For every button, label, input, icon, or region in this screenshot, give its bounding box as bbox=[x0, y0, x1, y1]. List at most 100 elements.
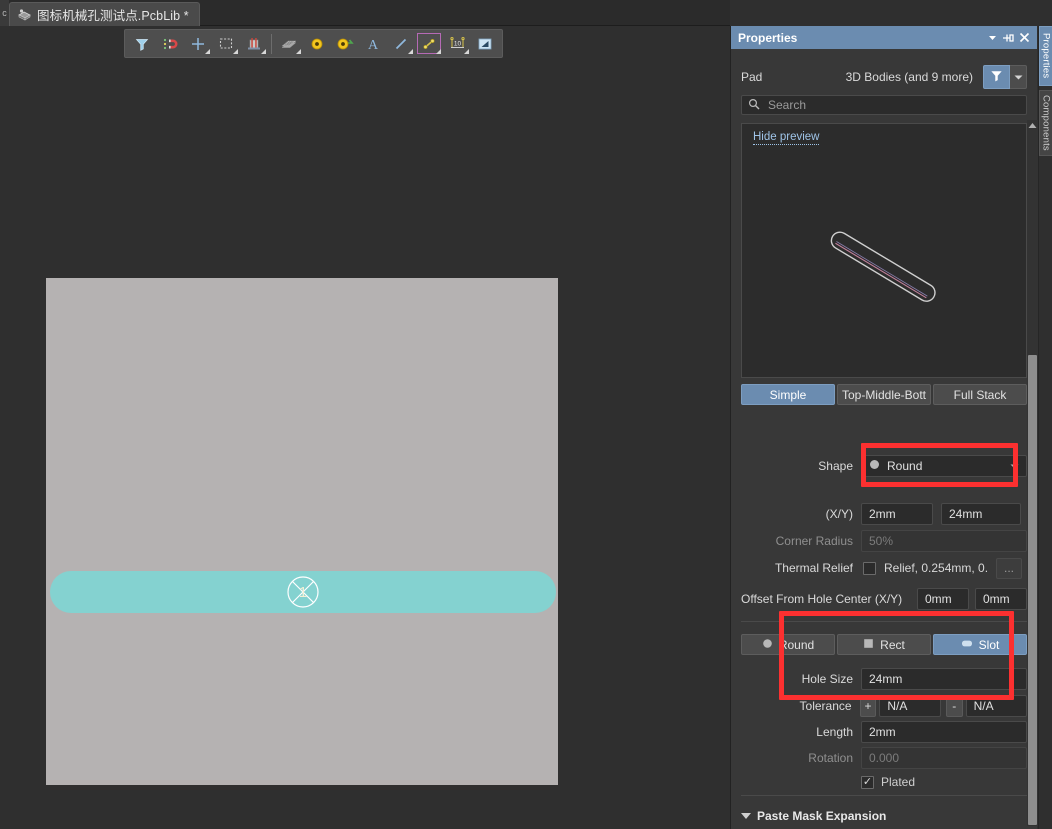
svg-text:10: 10 bbox=[453, 40, 461, 47]
tabstrip-edge-sliver: c bbox=[0, 0, 9, 26]
dimension-measure-icon: 10 bbox=[449, 36, 466, 52]
scroll-up-icon[interactable] bbox=[1027, 120, 1038, 131]
line-track-icon bbox=[393, 36, 409, 52]
tolerance-label: Tolerance bbox=[799, 699, 852, 713]
tolerance-minus-sign: - bbox=[945, 695, 963, 717]
section-divider-2 bbox=[741, 795, 1027, 796]
thermal-relief-checkbox[interactable]: ✓ bbox=[863, 561, 876, 575]
chevron-down-icon bbox=[1014, 70, 1023, 84]
pin-icon[interactable] bbox=[1000, 29, 1016, 47]
scrollbar-thumb[interactable] bbox=[1028, 355, 1037, 825]
tab-hole-round-label: Round bbox=[778, 637, 815, 652]
place-line-button[interactable] bbox=[387, 31, 415, 56]
section-divider bbox=[741, 621, 1027, 622]
svg-text:1: 1 bbox=[299, 584, 307, 601]
hole-shape-tabs: Round Rect Slot bbox=[741, 634, 1027, 655]
rail-tab-properties[interactable]: Properties bbox=[1039, 26, 1052, 86]
document-tab-pcblib[interactable]: 图标机械孔测试点.PcbLib * bbox=[9, 2, 200, 26]
round-hole-icon bbox=[762, 638, 773, 652]
pcb-library-placement-toolbar: A 10 bbox=[124, 29, 503, 58]
region-polygon-icon bbox=[421, 36, 437, 52]
search-box[interactable] bbox=[741, 95, 1027, 115]
chevron-down-icon bbox=[1010, 459, 1019, 473]
offset-from-hole-center-row: Offset From Hole Center (X/Y) 0mm 0mm bbox=[741, 588, 1027, 610]
tolerance-plus-sign: + bbox=[859, 695, 877, 717]
close-icon[interactable] bbox=[1016, 29, 1032, 47]
pcb-library-editor-canvas[interactable]: 1 bbox=[0, 58, 730, 829]
paste-mask-expansion-title: Paste Mask Expansion bbox=[757, 809, 887, 823]
properties-panel-title-bar: Properties bbox=[731, 26, 1037, 49]
place-dimension-button[interactable]: 10 bbox=[443, 31, 471, 56]
selection-filter-dropdown[interactable] bbox=[1010, 65, 1027, 89]
hole-size-row: Hole Size 24mm bbox=[741, 668, 1027, 690]
tolerance-plus-input[interactable]: N/A bbox=[879, 695, 941, 717]
pad-size-y-input[interactable]: 24mm bbox=[941, 503, 1021, 525]
tab-hole-rect[interactable]: Rect bbox=[837, 634, 931, 655]
tab-full-stack[interactable]: Full Stack bbox=[933, 384, 1027, 405]
object-selector-row: Pad 3D Bodies (and 9 more) bbox=[741, 64, 1027, 90]
hole-rotation-label: Rotation bbox=[808, 751, 853, 765]
tab-hole-slot-label: Slot bbox=[978, 637, 1000, 652]
properties-panel-scrollbar[interactable] bbox=[1027, 120, 1038, 826]
dashed-selection-icon bbox=[218, 36, 234, 52]
hole-length-label: Length bbox=[816, 725, 853, 739]
properties-panel-body: Pad 3D Bodies (and 9 more) Search Hide p… bbox=[731, 49, 1037, 829]
hole-length-input[interactable]: 2mm bbox=[861, 721, 1027, 743]
filter-funnel-button[interactable] bbox=[128, 31, 156, 56]
pad-origin-marker: 1 bbox=[281, 570, 325, 614]
collapse-triangle-icon bbox=[741, 813, 751, 819]
corner-radius-input[interactable]: 50% bbox=[861, 530, 1027, 552]
tab-hole-slot[interactable]: Slot bbox=[933, 634, 1027, 655]
paste-mask-expansion-header[interactable]: Paste Mask Expansion bbox=[741, 809, 886, 823]
thermal-relief-more-button[interactable]: ... bbox=[996, 557, 1022, 579]
corner-radius-label: Corner Radius bbox=[775, 534, 853, 548]
tolerance-minus-input[interactable]: N/A bbox=[965, 695, 1027, 717]
search-input[interactable] bbox=[766, 97, 1020, 113]
plated-checkbox[interactable]: ✓ bbox=[861, 775, 874, 789]
thermal-relief-label: Thermal Relief bbox=[774, 561, 853, 575]
plated-row: ✓ Plated bbox=[741, 771, 1027, 793]
magnet-snap-button[interactable] bbox=[156, 31, 184, 56]
offset-y-input[interactable]: 0mm bbox=[975, 588, 1027, 610]
plated-label: Plated bbox=[881, 775, 916, 789]
place-pad-button[interactable] bbox=[303, 31, 331, 56]
document-tab-title: 图标机械孔测试点.PcbLib * bbox=[37, 9, 189, 23]
crosshair-cursor-button[interactable] bbox=[184, 31, 212, 56]
search-icon bbox=[748, 98, 760, 113]
tab-top-middle-bottom[interactable]: Top-Middle-Bott bbox=[837, 384, 931, 405]
tab-hole-round[interactable]: Round bbox=[741, 634, 835, 655]
properties-panel: Properties Pad 3D Bodies (and 9 more) Se… bbox=[730, 26, 1037, 829]
place-via-button[interactable] bbox=[331, 31, 359, 56]
pad-stack-mode-tabs: Simple Top-Middle-Bott Full Stack bbox=[741, 384, 1027, 405]
select-area-button[interactable] bbox=[212, 31, 240, 56]
tolerance-row: Tolerance + N/A - N/A bbox=[741, 695, 1027, 717]
pad-size-x-input[interactable]: 2mm bbox=[861, 503, 933, 525]
pad-shape-row: Shape Round bbox=[741, 455, 1027, 477]
slot-pad-3d-preview bbox=[742, 124, 1028, 380]
hole-rotation-row: Rotation 0.000 bbox=[741, 747, 1027, 769]
filter-funnel-icon bbox=[989, 68, 1004, 86]
offset-x-input[interactable]: 0mm bbox=[917, 588, 969, 610]
document-tab-strip: c 图标机械孔测试点.PcbLib * bbox=[0, 0, 730, 26]
selection-filter-button[interactable] bbox=[983, 65, 1010, 89]
offset-label: Offset From Hole Center (X/Y) bbox=[741, 592, 903, 606]
place-region-button[interactable] bbox=[415, 31, 443, 56]
crosshair-cursor-icon bbox=[190, 36, 206, 52]
place-fill-button[interactable] bbox=[471, 31, 499, 56]
application-window: c 图标机械孔测试点.PcbLib * A 10 1 Properties Pa… bbox=[0, 0, 1052, 829]
hole-size-label: Hole Size bbox=[801, 672, 853, 686]
page-title: Properties bbox=[738, 30, 798, 45]
object-selection-summary: 3D Bodies (and 9 more) bbox=[845, 70, 973, 84]
thermal-relief-value: Relief, 0.254mm, 0. bbox=[884, 561, 989, 575]
magnet-snap-icon bbox=[162, 36, 178, 52]
hole-size-input[interactable]: 24mm bbox=[861, 668, 1027, 690]
rail-tab-components[interactable]: Components bbox=[1039, 90, 1052, 156]
pad-shape-select[interactable]: Round bbox=[861, 455, 1027, 477]
place-text-button[interactable]: A bbox=[359, 31, 387, 56]
chevron-down-icon[interactable] bbox=[984, 29, 1000, 47]
hole-rotation-input[interactable]: 0.000 bbox=[861, 747, 1027, 769]
place-component-button[interactable] bbox=[240, 31, 268, 56]
thermal-relief-row: Thermal Relief ✓ Relief, 0.254mm, 0. ... bbox=[741, 557, 1027, 579]
tab-simple[interactable]: Simple bbox=[741, 384, 835, 405]
layer-stack-button[interactable] bbox=[275, 31, 303, 56]
